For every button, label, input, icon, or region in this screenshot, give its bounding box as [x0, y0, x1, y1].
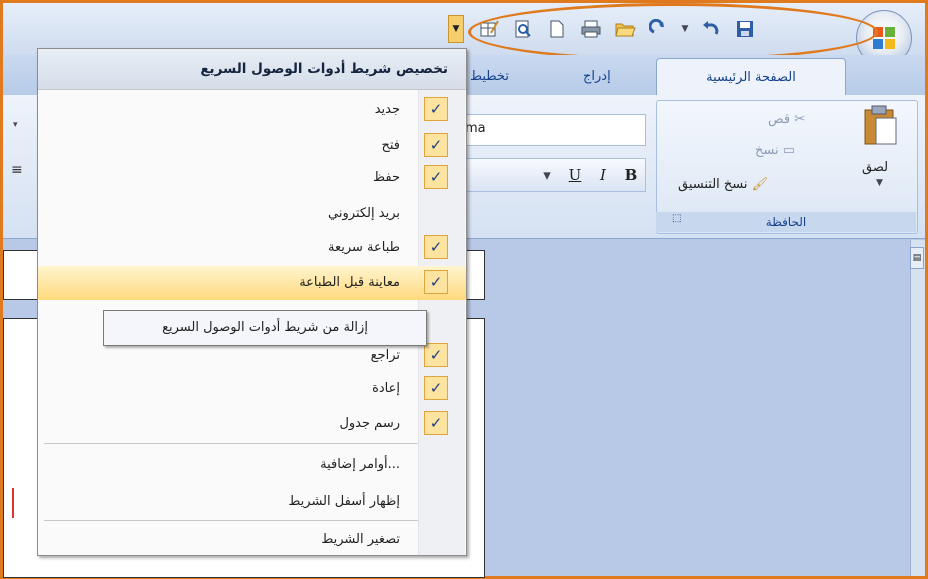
- qat-highlight-ellipse: [468, 3, 878, 61]
- menu-item-label: رسم جدول: [339, 416, 400, 431]
- align-icon[interactable]: ≡: [11, 162, 23, 178]
- scissors-icon: ✂: [794, 112, 806, 127]
- menu-item-label: تصغير الشريط: [321, 532, 400, 547]
- clipboard-group-label: الحافظة: [656, 212, 916, 232]
- copy-label: نسخ: [755, 143, 779, 158]
- format-painter-button[interactable]: نسخ التنسيق 🖌: [678, 177, 768, 192]
- ruler-toggle-icon[interactable]: ▤: [910, 247, 924, 269]
- paste-icon[interactable]: [862, 104, 898, 148]
- menu-item-open[interactable]: فتح ✓: [38, 129, 466, 163]
- format-painter-label: نسخ التنسيق: [678, 177, 748, 192]
- menu-title: تخصيص شريط أدوات الوصول السريع: [38, 49, 466, 90]
- menu-item-draw-table[interactable]: رسم جدول ✓: [38, 407, 466, 441]
- paste-dropdown-icon[interactable]: ▼: [876, 178, 883, 188]
- vertical-scrollbar[interactable]: [910, 240, 925, 576]
- menu-item-redo[interactable]: إعادة ✓: [38, 372, 466, 406]
- check-icon: ✓: [424, 376, 448, 400]
- dialog-launcher-icon[interactable]: ⬚: [672, 213, 681, 224]
- bold-button[interactable]: B: [617, 166, 645, 184]
- check-icon: ✓: [424, 270, 448, 294]
- menu-separator: [44, 443, 418, 444]
- check-icon: ✓: [424, 133, 448, 157]
- ribbon-left-strip: ▾ ≡: [3, 100, 33, 220]
- tooltip: إزالة من شريط أدوات الوصول السريع: [103, 310, 427, 346]
- menu-item-save[interactable]: حفظ ✓: [38, 161, 466, 195]
- text-marker: [12, 488, 14, 518]
- underline-button[interactable]: U: [561, 166, 589, 184]
- menu-item-more-commands[interactable]: أوامر إضافية...: [38, 448, 466, 482]
- qat-customize-menu: تخصيص شريط أدوات الوصول السريع جديد ✓ فت…: [37, 48, 467, 556]
- check-icon: ✓: [424, 235, 448, 259]
- menu-title-text: تخصيص شريط أدوات الوصول السريع: [200, 61, 448, 77]
- check-icon: ✓: [424, 165, 448, 189]
- menu-item-label: حفظ: [373, 170, 400, 185]
- menu-item-label: جديد: [374, 102, 400, 117]
- paste-label[interactable]: لصق: [862, 160, 888, 175]
- font-arrow-icon[interactable]: ▾: [533, 166, 561, 184]
- italic-button[interactable]: I: [589, 166, 617, 184]
- customize-dropdown-icon[interactable]: ▼: [448, 15, 464, 43]
- cut-label: قص: [768, 112, 791, 127]
- menu-item-new[interactable]: جديد ✓: [38, 93, 466, 127]
- menu-item-label: طباعة سريعة: [327, 240, 400, 255]
- tab-insert[interactable]: إدراج: [583, 62, 611, 92]
- check-icon: ✓: [424, 97, 448, 121]
- menu-item-label: بريد إلكتروني: [328, 206, 400, 221]
- menu-item-label: معاينة قبل الطباعة: [299, 275, 400, 290]
- paintbrush-icon: 🖌: [751, 177, 769, 192]
- check-icon: ✓: [424, 343, 448, 367]
- menu-item-print-preview[interactable]: معاينة قبل الطباعة ✓: [38, 266, 466, 300]
- menu-item-label: إظهار أسفل الشريط: [288, 494, 400, 509]
- tab-layout[interactable]: تخطيط: [470, 62, 509, 92]
- menu-item-minimize-ribbon[interactable]: تصغير الشريط: [38, 523, 466, 557]
- menu-item-label: أوامر إضافية...: [320, 457, 400, 472]
- menu-item-email[interactable]: بريد إلكتروني: [38, 197, 466, 231]
- menu-item-label: إعادة: [372, 381, 400, 396]
- tab-home[interactable]: الصفحة الرئيسية: [656, 58, 846, 96]
- dropdown-arrow-icon[interactable]: ▾: [13, 120, 18, 130]
- font-name-value: ma: [465, 121, 486, 136]
- menu-item-show-below[interactable]: إظهار أسفل الشريط: [38, 485, 466, 519]
- menu-item-quick-print[interactable]: طباعة سريعة ✓: [38, 231, 466, 265]
- font-name-field[interactable]: ma: [450, 114, 646, 146]
- cut-button[interactable]: قص ✂: [768, 112, 805, 127]
- copy-button[interactable]: نسخ ▭: [755, 143, 795, 158]
- font-format-row: ▾ U I B: [450, 158, 646, 192]
- check-icon: ✓: [424, 411, 448, 435]
- menu-item-label: فتح: [381, 138, 400, 153]
- copy-icon: ▭: [782, 143, 796, 158]
- menu-separator: [44, 520, 418, 521]
